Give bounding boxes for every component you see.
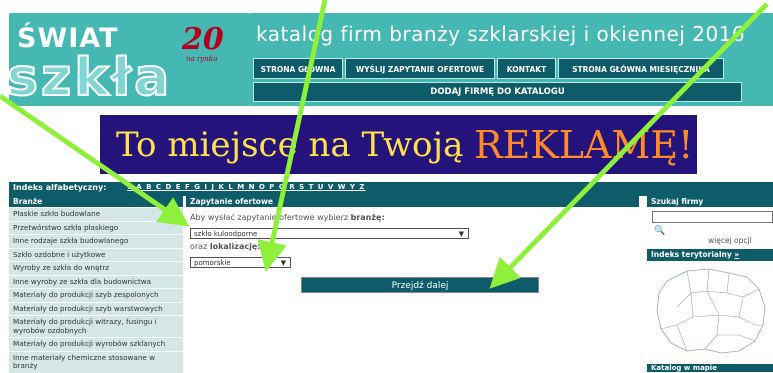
alphabet-index: Indeks alfabetyczny: 1 A B C D E F G I J… xyxy=(9,182,773,196)
location-select-value: pomorskie xyxy=(194,259,231,267)
inquiry-heading: Zapytanie ofertowe xyxy=(186,196,639,207)
category-item[interactable]: Materiały do produkcji szyb zespolonych xyxy=(9,289,183,302)
instruction-bold: branżę: xyxy=(350,213,385,222)
inquiry-panel: Zapytanie ofertowe Aby wysłać zapytanie … xyxy=(186,196,639,372)
search-input[interactable] xyxy=(652,211,773,223)
instruction-text: Aby wysłać zapytanie ofertowe wybierz xyxy=(190,213,349,222)
poland-map[interactable] xyxy=(647,263,773,355)
map-catalog-heading: Katalog w mapie xyxy=(647,364,773,372)
sidebar-right: Szukaj firmy 🔍 więcej opcji Indeks teryt… xyxy=(647,196,773,372)
search-icon[interactable]: 🔍 xyxy=(654,226,665,236)
add-firm-button[interactable]: DODAJ FIRMĘ DO KATALOGU xyxy=(253,82,742,102)
category-item[interactable]: Inne wyroby ze szkła dla budownictwa xyxy=(9,275,183,288)
branch-select-value: szkło kuloodporne xyxy=(194,230,258,238)
more-options-link[interactable]: więcej opcji xyxy=(708,236,752,245)
anniversary-badge: 20 xyxy=(182,22,224,57)
logo-word-szkla: szkła xyxy=(6,47,173,109)
category-item[interactable]: Materiały do produkcji szyb warstwowych xyxy=(9,302,183,315)
search-heading: Szukaj firmy xyxy=(647,196,773,207)
location-label-line: oraz lokalizację: xyxy=(190,242,260,251)
category-list: Branże Płaskie szkło budowlane Przetwórs… xyxy=(9,196,183,373)
category-item[interactable]: Wyroby ze szkła do wnętrz xyxy=(9,262,183,275)
banner-highlight: REKLAMĘ! xyxy=(474,123,694,167)
banner-text: To miejsce na Twoją xyxy=(116,125,464,165)
location-label: lokalizację: xyxy=(209,242,261,251)
anniversary-caption: na rynku xyxy=(186,55,218,63)
site-title: katalog firm branży szklarskiej i okienn… xyxy=(256,22,746,46)
territorial-index-heading: Indeks terytorialny » xyxy=(647,249,773,261)
category-item[interactable]: Inne rodzaje szkła budowlanego xyxy=(9,235,183,248)
nav-contact[interactable]: KONTAKT xyxy=(497,58,556,79)
inquiry-instruction: Aby wysłać zapytanie ofertowe wybierz br… xyxy=(190,213,385,222)
category-heading: Branże xyxy=(9,196,183,207)
category-item[interactable]: Płaskie szkło budowlane xyxy=(9,208,183,221)
location-prefix: oraz xyxy=(190,242,208,251)
nav-magazine-home[interactable]: STRONA GŁÓWNA MIESIĘCZNIKA xyxy=(558,58,724,79)
location-select[interactable]: pomorskie ▼ xyxy=(190,257,291,268)
territorial-link[interactable]: » xyxy=(734,250,739,259)
category-item[interactable]: Szkło ozdobne i użytkowe xyxy=(9,248,183,261)
alphabet-letters[interactable]: 1 A B C D E F G I J K L M N O P Q R S T … xyxy=(127,183,366,191)
nav-home[interactable]: STRONA GŁÓWNA xyxy=(253,58,343,79)
category-item[interactable]: Materiały do produkcji witrazy, fusingu … xyxy=(9,316,183,337)
site-header: ŚWIAT szkła 20 na rynku katalog firm bra… xyxy=(0,0,773,112)
territorial-title: Indeks terytorialny xyxy=(651,250,732,259)
ad-banner[interactable]: To miejsce na Twoją REKLAMĘ! xyxy=(100,115,697,174)
branch-select[interactable]: szkło kuloodporne ▼ xyxy=(190,228,469,239)
nav-send-inquiry[interactable]: WYŚLIJ ZAPYTANIE OFERTOWE xyxy=(345,58,495,79)
alphabet-label: Indeks alfabetyczny: xyxy=(13,183,107,192)
category-item[interactable]: Materiały do produkcji wyrobów szklanych xyxy=(9,338,183,351)
proceed-button[interactable]: Przejdź dalej xyxy=(301,277,539,293)
category-item[interactable]: Przetwórstwo szkła płaskiego xyxy=(9,221,183,234)
chevron-down-icon: ▼ xyxy=(280,259,286,267)
chevron-down-icon: ▼ xyxy=(458,230,464,238)
category-item[interactable]: Inne materiały chemiczne stosowane w bra… xyxy=(9,351,183,373)
main-nav: STRONA GŁÓWNA WYŚLIJ ZAPYTANIE OFERTOWE … xyxy=(253,58,773,79)
